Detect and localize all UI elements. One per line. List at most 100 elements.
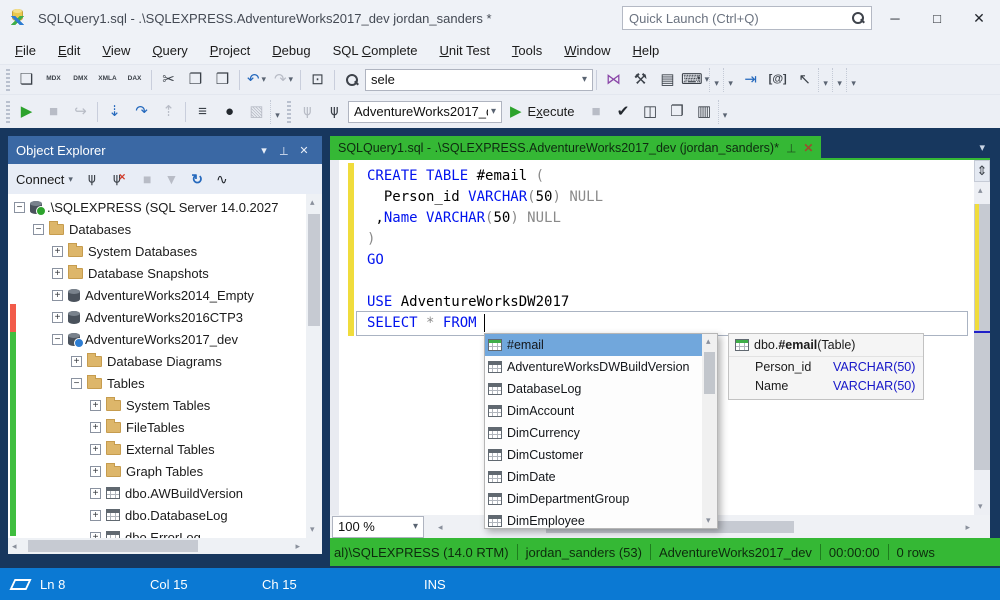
stop-query-button[interactable]: ■	[583, 100, 610, 124]
tree-item-dbo-databaselog[interactable]: +dbo.DatabaseLog	[8, 504, 322, 526]
zoom-combo[interactable]: 100 % ▾	[332, 516, 424, 538]
editor-vertical-scrollbar[interactable]: ⇕ ▴ ▾	[974, 160, 990, 515]
menu-window[interactable]: Window	[553, 38, 621, 63]
tree-horizontal-scrollbar[interactable]: ◂ ▸	[8, 538, 322, 554]
autocomplete-item-email[interactable]: #email	[485, 334, 717, 356]
breakpoint-window-button[interactable]: ●	[216, 100, 243, 124]
undo-button[interactable]: ↶▾	[243, 68, 270, 92]
expander-minus-icon[interactable]: −	[33, 224, 44, 235]
object-explorer-tree[interactable]: −.\SQLEXPRESS (SQL Server 14.0.2027−Data…	[8, 194, 322, 538]
scroll-up-icon[interactable]: ▴	[978, 186, 983, 195]
menu-view[interactable]: View	[91, 38, 141, 63]
expander-plus-icon[interactable]: +	[52, 312, 63, 323]
copy-button[interactable]: ❐	[182, 68, 209, 92]
scroll-down-icon[interactable]: ▾	[706, 516, 711, 525]
menu-unit-test[interactable]: Unit Test	[428, 38, 500, 63]
panel-pin-button[interactable]: ⊤	[274, 144, 294, 157]
panel-menu-button[interactable]: ▾	[254, 144, 274, 157]
results-grid-button[interactable]: ▥	[691, 100, 718, 124]
expander-plus-icon[interactable]: +	[90, 466, 101, 477]
navigate-button[interactable]: ⊡	[304, 68, 331, 92]
autocomplete-item-dimemployee[interactable]: DimEmployee	[485, 510, 717, 529]
tools-wrench-button[interactable]: ⚒	[627, 68, 654, 92]
mdx-query-button[interactable]: MDX	[40, 68, 67, 92]
expander-plus-icon[interactable]: +	[90, 510, 101, 521]
chevron-down-icon[interactable]: ▾	[289, 74, 294, 85]
tree-item-adventureworks2016ctp3[interactable]: +AdventureWorks2016CTP3	[8, 306, 322, 328]
console-button[interactable]: ⌨▾	[681, 68, 709, 92]
new-query-button[interactable]: ❏	[13, 68, 40, 92]
autocomplete-item-adventureworksdwbuildversion[interactable]: AdventureWorksDWBuildVersion	[485, 356, 717, 378]
tab-sqlquery1[interactable]: SQLQuery1.sql - .\SQLEXPRESS.AdventureWo…	[330, 136, 821, 160]
expander-plus-icon[interactable]: +	[90, 444, 101, 455]
connect-query-button[interactable]: ⋔	[294, 100, 321, 124]
xmla-query-button[interactable]: XMLA	[94, 68, 121, 92]
tree-item-external-tables[interactable]: +External Tables	[8, 438, 322, 460]
dax-query-button[interactable]: DAX	[121, 68, 148, 92]
debug-start-button[interactable]: ▶	[13, 100, 40, 124]
tree-vertical-scrollbar[interactable]: ▴ ▾	[306, 194, 322, 538]
expander-plus-icon[interactable]: +	[52, 268, 63, 279]
scroll-up-icon[interactable]: ▴	[310, 198, 315, 207]
expander-plus-icon[interactable]: +	[90, 400, 101, 411]
toolbar-overflow-button[interactable]: ▾	[718, 100, 732, 124]
pointer-select-button[interactable]: ↖	[791, 68, 818, 92]
tree-item-dbo-awbuildversion[interactable]: +dbo.AWBuildVersion	[8, 482, 322, 504]
panel-close-button[interactable]: ✕	[294, 144, 314, 157]
expander-plus-icon[interactable]: +	[90, 488, 101, 499]
disconnect-icon[interactable]: ⋔✕	[111, 171, 130, 188]
minimize-button[interactable]: ─	[880, 7, 910, 29]
close-button[interactable]: ✕	[964, 7, 994, 29]
database-combo[interactable]: AdventureWorks2017_dev▾	[348, 101, 502, 123]
search-combo[interactable]: sele▾	[365, 69, 593, 91]
pin-icon[interactable]: ⊤	[786, 141, 796, 155]
tree-item-database-diagrams[interactable]: +Database Diagrams	[8, 350, 322, 372]
splitter-handle[interactable]: ⇕	[974, 160, 990, 182]
find-in-scripts-button[interactable]	[338, 68, 365, 92]
connect-button[interactable]: Connect ▾	[16, 172, 73, 187]
toolbar-overflow-button[interactable]: ▾	[818, 68, 832, 92]
menu-sql-complete[interactable]: SQL Complete	[322, 38, 429, 63]
tree-item-database-snapshots[interactable]: +Database Snapshots	[8, 262, 322, 284]
expander-minus-icon[interactable]: −	[14, 202, 25, 213]
expander-minus-icon[interactable]: −	[52, 334, 63, 345]
expander-plus-icon[interactable]: +	[90, 422, 101, 433]
toolbar-grip[interactable]	[6, 69, 10, 91]
scrollbar-thumb[interactable]	[308, 214, 320, 326]
scroll-left-icon[interactable]: ◂	[438, 523, 443, 532]
query-windows-button[interactable]: ❐	[664, 100, 691, 124]
autocomplete-item-dimdate[interactable]: DimDate	[485, 466, 717, 488]
maximize-button[interactable]: □	[922, 7, 952, 29]
cut-button[interactable]: ✂	[155, 68, 182, 92]
scroll-left-icon[interactable]: ◂	[12, 542, 17, 551]
menu-query[interactable]: Query	[141, 38, 198, 63]
paste-button[interactable]: ❒	[209, 68, 236, 92]
chevron-down-icon[interactable]: ▾	[262, 74, 267, 85]
quick-launch-input[interactable]: Quick Launch (Ctrl+Q)	[622, 6, 872, 30]
autocomplete-item-databaselog[interactable]: DatabaseLog	[485, 378, 717, 400]
scroll-right-icon[interactable]: ▸	[965, 523, 970, 532]
chevron-down-icon[interactable]: ▾	[410, 521, 421, 532]
autocomplete-item-dimaccount[interactable]: DimAccount	[485, 400, 717, 422]
debug-stop-button[interactable]: ■	[40, 100, 67, 124]
close-icon[interactable]: ✕	[803, 141, 813, 155]
change-connection-button[interactable]: ⋔	[321, 100, 348, 124]
toolbar-grip[interactable]	[6, 101, 10, 123]
scroll-right-icon[interactable]: ▸	[295, 542, 300, 551]
menu-edit[interactable]: Edit	[47, 38, 91, 63]
check-out-button[interactable]: ⇡	[155, 100, 182, 124]
tree-item-adventureworks2017-dev[interactable]: −AdventureWorks2017_dev	[8, 328, 322, 350]
activity-monitor-icon[interactable]: ∿	[216, 171, 228, 188]
history-button[interactable]: ▧	[243, 100, 270, 124]
expander-plus-icon[interactable]: +	[71, 356, 82, 367]
sql-complete-button[interactable]: ⋈	[600, 68, 627, 92]
autocomplete-item-dimcustomer[interactable]: DimCustomer	[485, 444, 717, 466]
toolbox-button[interactable]: ▤	[654, 68, 681, 92]
filter-icon[interactable]: ▼	[164, 171, 178, 187]
toolbar-grip[interactable]	[287, 101, 291, 123]
expander-minus-icon[interactable]: −	[71, 378, 82, 389]
tree-item-tables[interactable]: −Tables	[8, 372, 322, 394]
menu-debug[interactable]: Debug	[261, 38, 321, 63]
sync-button[interactable]: ↷	[128, 100, 155, 124]
object-explorer-header[interactable]: Object Explorer ▾ ⊤ ✕	[8, 136, 322, 164]
